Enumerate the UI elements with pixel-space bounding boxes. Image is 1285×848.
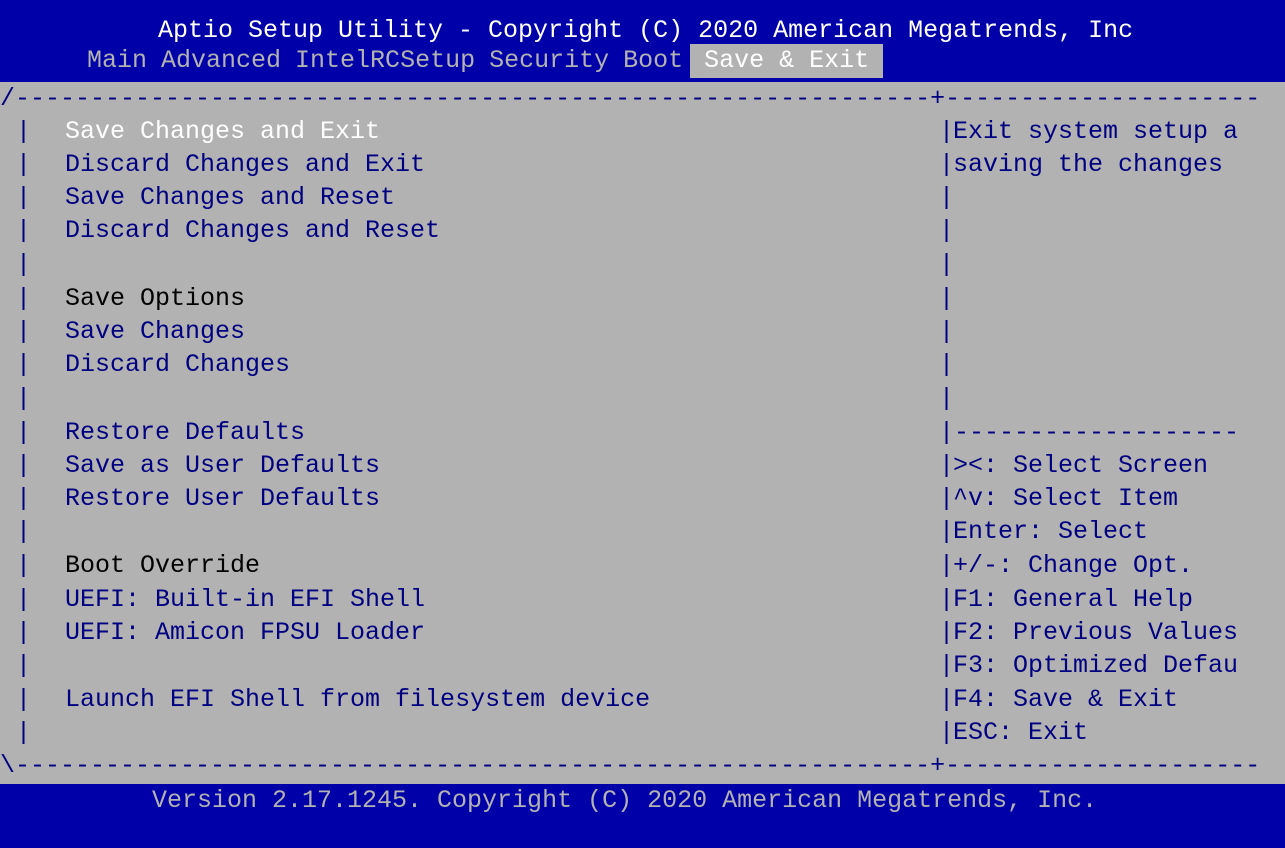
tab-bar: Main Advanced IntelRCSetup Security Boot… — [80, 44, 884, 78]
title-bar: Aptio Setup Utility - Copyright (C) 2020… — [0, 0, 1285, 82]
footer-bar: Version 2.17.1245. Copyright (C) 2020 Am… — [0, 784, 1285, 848]
app-title: Aptio Setup Utility - Copyright (C) 2020… — [158, 16, 1134, 45]
help-key-esc: ESC: Exit — [953, 718, 1089, 747]
menu-item-save-changes[interactable]: Save Changes — [65, 315, 245, 348]
help-key-select-item: ^v: Select Item — [953, 484, 1179, 513]
border-pipe: | — [16, 585, 32, 614]
border-pipe: | — [939, 451, 955, 480]
help-key-f3: F3: Optimized Defau — [953, 651, 1239, 680]
border-pipe: | — [939, 216, 955, 245]
border-pipe: | — [16, 183, 32, 212]
section-heading-save-options: Save Options — [65, 284, 246, 313]
menu-item-save-changes-and-exit[interactable]: Save Changes and Exit — [65, 115, 380, 148]
border-pipe: | — [939, 618, 955, 647]
border-pipe: | — [939, 551, 955, 580]
border-pipe: | — [16, 451, 32, 480]
border-pipe: | — [16, 150, 32, 179]
help-divider: |------------------- — [939, 418, 1240, 447]
border-pipe: | — [939, 651, 955, 680]
tab-save-exit[interactable]: Save & Exit — [690, 44, 884, 78]
help-description-line: Exit system setup a — [953, 117, 1239, 146]
menu-item-discard-changes-and-exit[interactable]: Discard Changes and Exit — [65, 148, 425, 181]
border-pipe: | — [939, 150, 955, 179]
tab-main[interactable]: Main — [80, 44, 154, 78]
border-pipe: | — [16, 551, 32, 580]
menu-item-discard-changes-and-reset[interactable]: Discard Changes and Reset — [65, 214, 440, 247]
border-pipe: | — [16, 350, 32, 379]
menu-item-uefi-built-in-efi-shell[interactable]: UEFI: Built-in EFI Shell — [65, 583, 425, 616]
menu-item-uefi-amicon-fpsu-loader[interactable]: UEFI: Amicon FPSU Loader — [65, 616, 425, 649]
help-key-f4: F4: Save & Exit — [953, 685, 1179, 714]
border-pipe: | — [16, 651, 32, 680]
border-pipe: | — [939, 117, 955, 146]
help-key-change-opt: +/-: Change Opt. — [953, 551, 1194, 580]
border-pipe: | — [16, 618, 32, 647]
menu-item-save-as-user-defaults[interactable]: Save as User Defaults — [65, 449, 380, 482]
menu-item-save-changes-and-reset[interactable]: Save Changes and Reset — [65, 181, 395, 214]
menu-item-restore-defaults[interactable]: Restore Defaults — [65, 416, 305, 449]
border-pipe: | — [939, 250, 955, 279]
section-heading-boot-override: Boot Override — [65, 551, 261, 580]
border-pipe: | — [16, 517, 32, 546]
border-pipe: | — [939, 183, 955, 212]
help-key-f1: F1: General Help — [953, 585, 1194, 614]
border-pipe: | — [16, 117, 32, 146]
border-pipe: | — [16, 384, 32, 413]
border-pipe: | — [16, 284, 32, 313]
border-pipe: | — [939, 350, 955, 379]
border-pipe: | — [939, 517, 955, 546]
tab-intelrcsetup[interactable]: IntelRCSetup — [288, 44, 482, 78]
help-key-enter: Enter: Select — [953, 517, 1149, 546]
tab-boot[interactable]: Boot — [616, 44, 690, 78]
help-description-line: saving the changes — [953, 150, 1224, 179]
border-pipe: | — [939, 384, 955, 413]
help-key-select-screen: ><: Select Screen — [953, 451, 1209, 480]
border-pipe: | — [939, 585, 955, 614]
border-pipe: | — [16, 216, 32, 245]
border-pipe: | — [16, 317, 32, 346]
menu-item-launch-efi-shell[interactable]: Launch EFI Shell from filesystem device — [65, 683, 650, 716]
top-border: /---------------------------------------… — [0, 84, 1261, 113]
version-text: Version 2.17.1245. Copyright (C) 2020 Am… — [152, 786, 1098, 815]
tab-security[interactable]: Security — [482, 44, 616, 78]
menu-item-discard-changes[interactable]: Discard Changes — [65, 348, 290, 381]
bottom-border: \---------------------------------------… — [0, 751, 1261, 780]
help-key-f2: F2: Previous Values — [953, 618, 1239, 647]
border-pipe: | — [16, 250, 32, 279]
border-pipe: | — [939, 718, 955, 747]
border-pipe: | — [939, 317, 955, 346]
border-pipe: | — [939, 685, 955, 714]
menu-item-restore-user-defaults[interactable]: Restore User Defaults — [65, 482, 380, 515]
border-pipe: | — [16, 718, 32, 747]
border-pipe: | — [16, 484, 32, 513]
border-pipe: | — [16, 418, 32, 447]
border-pipe: | — [939, 284, 955, 313]
border-pipe: | — [939, 484, 955, 513]
tab-advanced[interactable]: Advanced — [154, 44, 288, 78]
border-pipe: | — [16, 685, 32, 714]
